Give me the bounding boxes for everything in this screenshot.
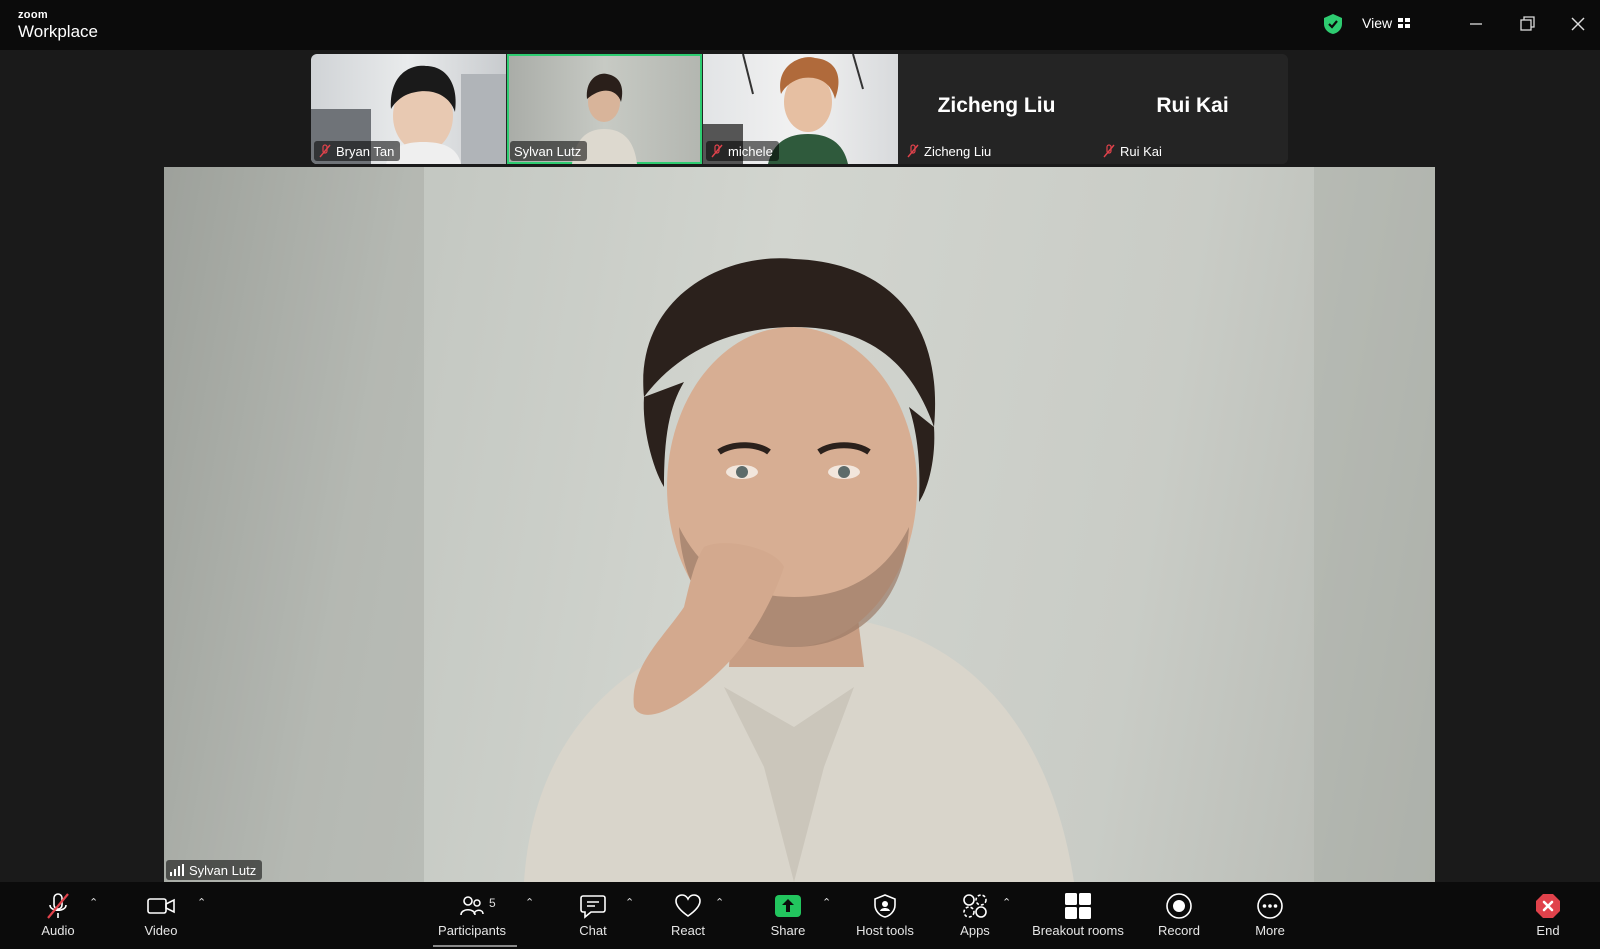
muted-mic-icon <box>47 893 69 919</box>
view-button[interactable]: View <box>1362 15 1411 31</box>
record-icon <box>1166 893 1192 919</box>
view-label: View <box>1362 15 1393 31</box>
security-shield-icon[interactable] <box>1322 13 1344 35</box>
participant-display-name: Rui Kai <box>1156 94 1229 117</box>
share-button[interactable]: Share <box>765 882 811 949</box>
participant-name-tag: Zicheng Liu <box>902 141 997 161</box>
participant-name-tag: michele <box>706 141 779 161</box>
participant-name: Zicheng Liu <box>924 143 992 159</box>
minimize-icon[interactable] <box>1466 14 1486 34</box>
heart-icon <box>675 894 701 917</box>
chat-bubble-icon <box>580 895 606 919</box>
breakout-rooms-button[interactable]: Breakout rooms <box>1028 882 1128 949</box>
audio-button[interactable]: Audio <box>32 882 84 949</box>
speaker-name-tag: Sylvan Lutz <box>166 860 263 880</box>
close-icon[interactable] <box>1568 14 1588 34</box>
participant-tile-sylvan-lutz[interactable]: Sylvan Lutz <box>507 54 702 164</box>
shield-icon <box>874 894 896 918</box>
participant-name: Bryan Tan <box>336 143 395 159</box>
breakout-rooms-label: Breakout rooms <box>1032 923 1124 938</box>
participant-name: Rui Kai <box>1120 143 1162 159</box>
participant-name-tag: Rui Kai <box>1098 141 1168 161</box>
muted-mic-icon <box>711 144 723 158</box>
video-button[interactable]: Video <box>136 882 186 949</box>
muted-mic-icon <box>907 144 919 158</box>
title-bar: zoom Workplace View <box>0 0 1600 50</box>
participants-active-indicator <box>433 945 517 947</box>
more-button[interactable]: More <box>1250 882 1290 949</box>
participant-tile-bryan-tan[interactable]: Bryan Tan <box>311 54 506 164</box>
participants-button[interactable]: Participants <box>432 882 512 949</box>
participant-name: michele <box>728 143 773 159</box>
host-tools-label: Host tools <box>856 923 914 938</box>
app-logo: zoom Workplace <box>18 9 98 41</box>
muted-mic-icon <box>1103 144 1115 158</box>
logo-top-text: zoom <box>18 9 48 21</box>
record-button[interactable]: Record <box>1154 882 1204 949</box>
video-camera-icon <box>147 898 175 914</box>
more-label: More <box>1255 923 1285 938</box>
participants-icon <box>460 896 484 916</box>
speaker-video-frame <box>164 167 1435 882</box>
video-label: Video <box>144 923 178 938</box>
share-screen-icon <box>775 895 801 917</box>
participants-options-caret[interactable]: ⌃ <box>525 896 534 909</box>
apps-icon <box>963 894 987 918</box>
meeting-toolbar: Audio ⌃ Video ⌃ Participants 5 ⌃ Chat ⌃ … <box>0 882 1600 949</box>
participant-tile-michele[interactable]: michele <box>703 54 898 164</box>
participants-count: 5 <box>489 896 496 910</box>
react-button[interactable]: React <box>666 882 710 949</box>
more-options-icon <box>1257 893 1283 919</box>
end-meeting-button[interactable]: End <box>1530 882 1566 949</box>
participant-display-name: Zicheng Liu <box>937 94 1056 117</box>
share-options-caret[interactable]: ⌃ <box>822 896 831 909</box>
audio-options-caret[interactable]: ⌃ <box>89 896 98 909</box>
participant-name: Sylvan Lutz <box>514 143 582 159</box>
logo-bottom-text: Workplace <box>18 22 98 41</box>
apps-label: Apps <box>960 923 990 938</box>
participant-tile-rui-kai[interactable]: Rui Kai Rui Kai <box>1095 54 1288 164</box>
apps-options-caret[interactable]: ⌃ <box>1002 896 1011 909</box>
chat-options-caret[interactable]: ⌃ <box>625 896 634 909</box>
chat-button[interactable]: Chat <box>573 882 613 949</box>
end-label: End <box>1536 923 1560 938</box>
react-options-caret[interactable]: ⌃ <box>715 896 724 909</box>
host-tools-button[interactable]: Host tools <box>852 882 918 949</box>
end-call-icon <box>1536 894 1560 918</box>
react-label: React <box>671 923 705 938</box>
share-label: Share <box>770 923 806 938</box>
participant-name-tag: Bryan Tan <box>314 141 401 161</box>
muted-mic-icon <box>319 144 331 158</box>
audio-label: Audio <box>41 923 75 938</box>
main-speaker-video[interactable]: Sylvan Lutz <box>164 167 1435 882</box>
grid-view-icon <box>1398 17 1411 28</box>
chat-label: Chat <box>579 923 607 938</box>
participants-label: Participants <box>438 923 506 938</box>
speaker-name: Sylvan Lutz <box>189 862 257 878</box>
breakout-rooms-icon <box>1065 893 1091 919</box>
restore-icon[interactable] <box>1517 14 1537 34</box>
record-label: Record <box>1158 923 1200 938</box>
participant-name-tag: Sylvan Lutz <box>510 141 588 161</box>
participant-strip: Bryan Tan Sylvan Lutz michele Zicheng Li… <box>311 54 1288 164</box>
signal-bars-icon <box>170 864 184 876</box>
participant-tile-zicheng-liu[interactable]: Zicheng Liu Zicheng Liu <box>899 54 1094 164</box>
apps-button[interactable]: Apps <box>953 882 997 949</box>
video-options-caret[interactable]: ⌃ <box>197 896 206 909</box>
